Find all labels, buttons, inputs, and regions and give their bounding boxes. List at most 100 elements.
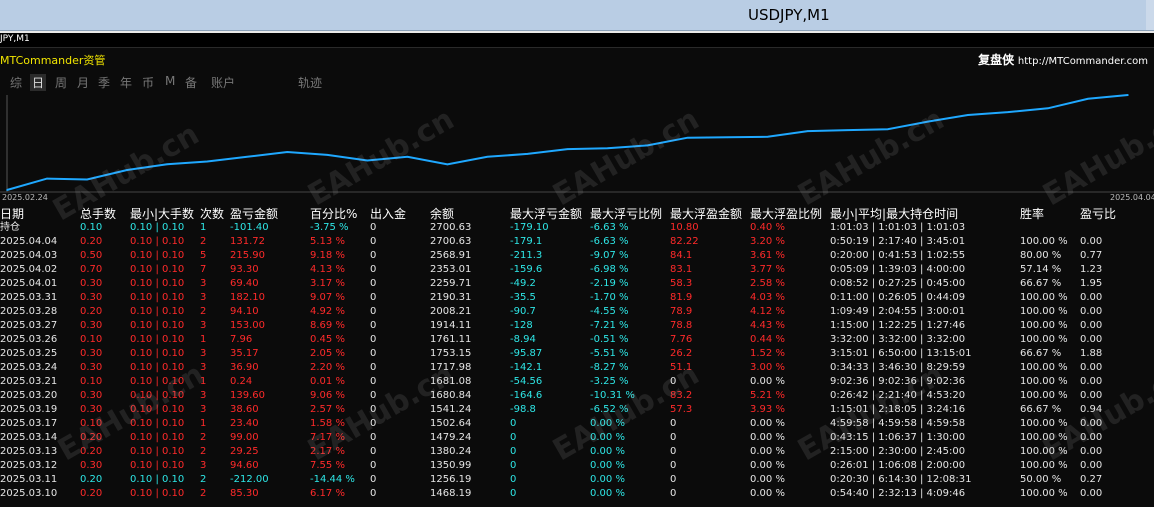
cell-balance: 1681.08: [430, 376, 472, 387]
tab-2[interactable]: 周: [55, 74, 67, 91]
tab-8[interactable]: 备: [185, 74, 197, 91]
cell-io: 0: [370, 236, 377, 247]
cell-times: 0:26:01 | 1:06:08 | 2:00:00: [830, 460, 966, 471]
table-row[interactable]: 2025.04.03 0.50 0.10 | 0.10 5 215.90 9.18 % 0 2…: [0, 249, 1154, 263]
cell-win: 100.00 %: [1020, 376, 1068, 387]
table-row[interactable]: 2025.04.02 0.70 0.10 | 0.10 7 93.30 4.13 % 0 23…: [0, 263, 1154, 277]
cell-win: 50.00 %: [1020, 474, 1062, 485]
cell-count: 2: [200, 474, 207, 485]
column-header[interactable]: 最小|大手数: [130, 207, 194, 221]
tab-0[interactable]: 综: [10, 74, 22, 91]
equity-point-21: [846, 129, 849, 131]
cell-lots: 0.30: [80, 390, 103, 401]
equity-point-15: [606, 147, 609, 149]
cell-maxfp: 78.9: [670, 306, 693, 317]
cell-pnl: 153.00: [230, 320, 265, 331]
column-header[interactable]: 最大浮盈比例: [750, 207, 822, 221]
table-row[interactable]: 2025.04.01 0.30 0.10 | 0.10 3 69.40 3.17 % 0 22…: [0, 277, 1154, 291]
cell-lots: 0.20: [80, 432, 103, 443]
column-header[interactable]: 最大浮亏比例: [590, 207, 662, 221]
tab-4[interactable]: 季: [98, 74, 110, 91]
column-header[interactable]: 盈亏比: [1080, 207, 1116, 221]
column-header[interactable]: 次数: [200, 207, 224, 221]
cell-balance: 2700.63: [430, 222, 472, 233]
column-header[interactable]: 最小|平均|最大持仓时间: [830, 207, 958, 221]
cell-maxddpct: 0.00 %: [590, 418, 625, 429]
cell-date: 2025.04.03: [0, 250, 58, 261]
window-titlebar[interactable]: USDJPY,M1: [0, 0, 1154, 31]
column-header[interactable]: 余额: [430, 207, 454, 221]
cell-win: 80.00 %: [1020, 250, 1062, 261]
column-header[interactable]: 最大浮亏金额: [510, 207, 582, 221]
table-row[interactable]: 2025.03.28 0.20 0.10 | 0.10 2 94.10 4.92 % 0 20…: [0, 305, 1154, 319]
column-header[interactable]: 总手数: [80, 207, 116, 221]
equity-point-3: [126, 169, 128, 171]
table-row[interactable]: 2025.03.21 0.10 0.10 | 0.10 1 0.24 0.01 % 0 168…: [0, 375, 1154, 389]
table-row[interactable]: 2025.03.25 0.30 0.10 | 0.10 3 35.17 2.05 % 0 17…: [0, 347, 1154, 361]
cell-pct: 2.57 %: [310, 404, 345, 415]
stats-panel: MTCommander资管 复盘侠 http://MTCommander.com…: [0, 47, 1154, 507]
cell-maxddpct: -6.63 %: [590, 222, 629, 233]
cell-date: 持仓: [0, 222, 20, 233]
cell-balance: 2008.21: [430, 306, 472, 317]
table-row[interactable]: 2025.03.20 0.30 0.10 | 0.10 3 139.60 9.06 % 0 1…: [0, 389, 1154, 403]
cell-maxfppct: 0.00 %: [750, 376, 785, 387]
symbol-label: JPY,M1: [0, 34, 30, 44]
window-edge-button[interactable]: [1146, 0, 1154, 30]
cell-balance: 1256.19: [430, 474, 472, 485]
cell-maxdd: -49.2: [510, 278, 536, 289]
cell-date: 2025.04.04: [0, 236, 58, 247]
tab-9[interactable]: 账户: [211, 74, 235, 91]
cell-maxfp: 58.3: [670, 278, 693, 289]
column-header[interactable]: 日期: [0, 207, 24, 221]
cell-pnl: 23.40: [230, 418, 259, 429]
credit-url[interactable]: http://MTCommander.com: [1018, 56, 1148, 67]
table-row[interactable]: 2025.03.10 0.20 0.10 | 0.10 2 85.30 6.17 % 0 14…: [0, 487, 1154, 501]
cell-rr: 0.00: [1080, 292, 1103, 303]
column-header[interactable]: 盈亏金额: [230, 207, 278, 221]
cell-io: 0: [370, 362, 377, 373]
table-row[interactable]: 2025.03.17 0.10 0.10 | 0.10 1 23.40 1.58 % 0 15…: [0, 417, 1154, 431]
equity-point-28: [1127, 94, 1129, 96]
cell-count: 2: [200, 306, 207, 317]
table-row[interactable]: 2025.03.12 0.30 0.10 | 0.10 3 94.60 7.55 % 0 13…: [0, 459, 1154, 473]
table-row[interactable]: 2025.03.19 0.30 0.10 | 0.10 3 38.60 2.57 % 0 15…: [0, 403, 1154, 417]
cell-date: 2025.03.13: [0, 446, 58, 457]
table-row[interactable]: 2025.04.04 0.20 0.10 | 0.10 2 131.72 5.13 % 0 2…: [0, 235, 1154, 249]
cell-pnl: 36.90: [230, 362, 259, 373]
column-header[interactable]: 胜率: [1020, 207, 1044, 221]
cell-io: 0: [370, 404, 377, 415]
tab-7[interactable]: M: [165, 74, 175, 88]
table-row[interactable]: 2025.03.14 0.20 0.10 | 0.10 2 99.00 7.17 % 0 14…: [0, 431, 1154, 445]
tab-6[interactable]: 币: [142, 74, 154, 91]
cell-pnl: 69.40: [230, 278, 259, 289]
hold-row[interactable]: 持仓 0.10 0.10 | 0.10 1 -101.40 -3.75 % 0 2700.63…: [0, 221, 1154, 235]
cell-date: 2025.03.19: [0, 404, 58, 415]
table-row[interactable]: 2025.03.26 0.10 0.10 | 0.10 1 7.96 0.45 % 0 176…: [0, 333, 1154, 347]
cell-win: 66.67 %: [1020, 404, 1062, 415]
cell-times: 0:11:00 | 0:26:05 | 0:44:09: [830, 292, 966, 303]
table-row[interactable]: 2025.03.13 0.20 0.10 | 0.10 2 29.25 2.17 % 0 13…: [0, 445, 1154, 459]
cell-minmax: 0.10 | 0.10: [130, 306, 185, 317]
column-header[interactable]: 百分比%: [310, 207, 357, 221]
cell-maxddpct: 0.00 %: [590, 488, 625, 499]
table-row[interactable]: 2025.03.24 0.30 0.10 | 0.10 3 36.90 2.20 % 0 17…: [0, 361, 1154, 375]
column-header[interactable]: 最大浮盈金额: [670, 207, 742, 221]
column-header[interactable]: 出入金: [370, 207, 406, 221]
table-row[interactable]: 2025.03.11 0.20 0.10 | 0.10 2 -212.00 -14.44 …: [0, 473, 1154, 487]
tab-3[interactable]: 月: [77, 74, 89, 91]
tab-10[interactable]: 轨迹: [298, 74, 322, 91]
tab-5[interactable]: 年: [120, 74, 132, 91]
cell-lots: 0.30: [80, 460, 103, 471]
cell-minmax: 0.10 | 0.10: [130, 236, 185, 247]
cell-balance: 2700.63: [430, 236, 472, 247]
table-row[interactable]: 2025.03.31 0.30 0.10 | 0.10 3 182.10 9.07 % 0 2…: [0, 291, 1154, 305]
table-row[interactable]: 2025.03.27 0.30 0.10 | 0.10 3 153.00 8.69 % 0 1…: [0, 319, 1154, 333]
cell-lots: 0.20: [80, 474, 103, 485]
cell-pnl: 7.96: [230, 334, 253, 345]
cell-pnl: -101.40: [230, 222, 269, 233]
cell-lots: 0.10: [80, 376, 103, 387]
tab-1[interactable]: 日: [30, 74, 47, 91]
cell-minmax: 0.10 | 0.10: [130, 334, 185, 345]
cell-maxddpct: 0.00 %: [590, 446, 625, 457]
